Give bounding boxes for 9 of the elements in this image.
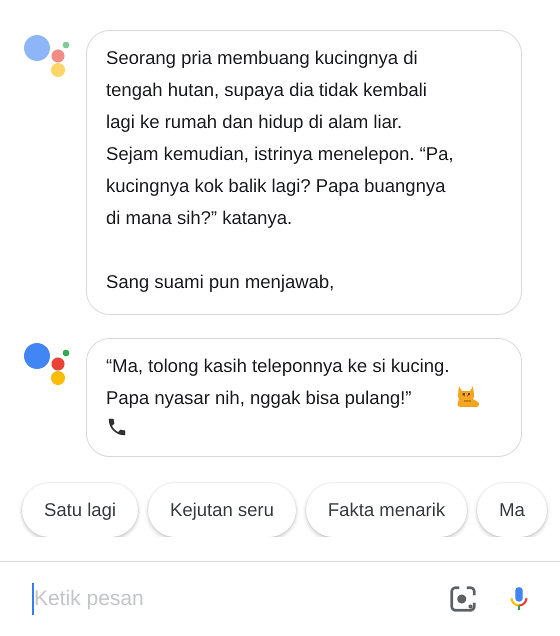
suggestion-chip[interactable]: Kejutan seru [148, 483, 296, 537]
suggestion-chip[interactable]: Ma [477, 483, 547, 537]
phone-icon [106, 416, 128, 438]
lens-icon[interactable] [448, 584, 478, 614]
microphone-icon[interactable] [508, 585, 530, 613]
suggestion-chip[interactable]: Fakta menarik [306, 483, 468, 537]
message-text: “Ma, tolong kasih teleponnya ke si kucing. Papa nyasar nih, nggak bisa pulang!” [106, 354, 450, 410]
suggestion-chip[interactable]: Satu lagi [22, 483, 138, 537]
message-text: Seorang pria membuang kucingnya di tengah hutan, supaya dia tidak kembali lagi ke rumah dan hidup di alam liar. Sejam kemudian, istrinya menelepon. “Pa, kucingnya kok balik lagi? Papa buangnya di mana sih?” katanya. Sang suami pun menjawab, [106, 46, 454, 294]
